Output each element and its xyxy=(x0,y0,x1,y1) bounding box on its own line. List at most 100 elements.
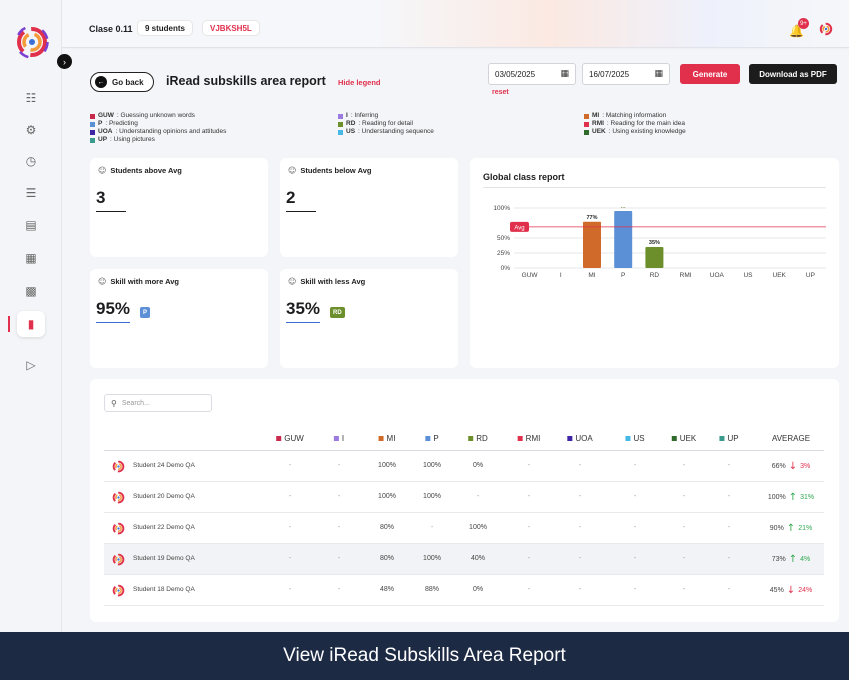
dashboard-icon[interactable]: ☷ xyxy=(21,88,41,108)
column-label: P xyxy=(433,434,439,443)
date-to-input[interactable]: 16/07/2025 ▦ xyxy=(582,63,670,85)
legend-item: RD : Reading for detail xyxy=(338,120,434,128)
chart-title: Global class report xyxy=(483,172,565,182)
app-logo-icon[interactable] xyxy=(12,22,52,62)
reset-link[interactable]: reset xyxy=(492,89,509,96)
arrow-left-icon: ← xyxy=(95,76,107,88)
table-cell: - xyxy=(337,524,341,531)
table-cell: - xyxy=(527,586,531,593)
column-header-up[interactable]: UP xyxy=(719,434,739,443)
generate-button[interactable]: Generate xyxy=(680,64,740,84)
column-label: RD xyxy=(476,434,488,443)
go-back-button[interactable]: ← Go back xyxy=(90,72,154,92)
x-tick-label: P xyxy=(621,272,625,279)
date-from-input[interactable]: 03/05/2025 ▦ xyxy=(488,63,576,85)
column-label: GUW xyxy=(284,434,304,443)
average-label: Avg xyxy=(514,225,524,231)
avatar xyxy=(112,584,125,597)
table-cell: 48% xyxy=(379,586,395,593)
student-name[interactable]: Student 24 Demo QA xyxy=(133,462,195,469)
legend-column-2: I : Inferring RD : Reading for detail US… xyxy=(338,112,434,136)
column-swatch xyxy=(425,436,431,441)
student-name[interactable]: Student 18 Demo QA xyxy=(133,586,195,593)
table-cell: 0% xyxy=(472,462,484,469)
document-icon[interactable]: ▦ xyxy=(21,248,41,268)
legend-swatch xyxy=(90,137,95,143)
legend-item: UOA : Understanding opinions and attitud… xyxy=(90,128,226,136)
hide-legend-link[interactable]: Hide legend xyxy=(338,78,381,87)
table-cell: - xyxy=(682,462,686,469)
settings-icon[interactable]: ⚙ xyxy=(21,120,41,140)
column-header-average[interactable]: AVERAGE xyxy=(772,434,810,443)
calendar-icon[interactable]: ▦ xyxy=(560,69,569,79)
table-cell: - xyxy=(288,524,292,531)
table-cell: - xyxy=(633,524,637,531)
y-tick-label: 100% xyxy=(493,205,510,212)
column-header-uoa[interactable]: UOA xyxy=(567,434,593,443)
global-class-report-card: Global class report 0% 25% 50% 100% GUW I 77% M… xyxy=(470,158,839,368)
table-row[interactable]: Student 19 Demo QA - - 80% 100% 40% - - - - - 73% ↑ 4… xyxy=(104,544,824,575)
clipboard-icon[interactable]: ▤ xyxy=(21,215,41,235)
download-pdf-button[interactable]: Download as PDF xyxy=(749,64,837,84)
average-cell: 73% ↑ 4% xyxy=(771,554,811,565)
student-name[interactable]: Student 19 Demo QA xyxy=(133,555,195,562)
column-header-p[interactable]: P xyxy=(425,434,439,443)
sidebar-toggle-button[interactable]: › xyxy=(57,54,72,69)
table-cell: 40% xyxy=(470,555,486,562)
column-label: RMI xyxy=(525,434,541,443)
clock-icon[interactable]: ◷ xyxy=(21,151,41,171)
column-header-rd[interactable]: RD xyxy=(468,434,488,443)
table-cell: - xyxy=(727,493,731,500)
column-header-guw[interactable]: GUW xyxy=(276,434,304,443)
divider xyxy=(483,187,826,188)
table-cell: 80% xyxy=(379,524,395,531)
table-row[interactable]: Student 18 Demo QA - - 48% 88% 0% - - - - - 45% ↓ 24% xyxy=(104,575,824,606)
trend-up-icon: ↑ xyxy=(788,492,798,503)
legend-item: I : Inferring xyxy=(338,112,434,120)
data-label: 35% xyxy=(649,240,660,246)
table-row[interactable]: Student 22 Demo QA - - 80% - 100% - - - - - 90% ↑ 21% xyxy=(104,513,824,544)
active-indicator xyxy=(8,316,10,332)
legend-item: RMI : Reading for the main idea xyxy=(584,120,686,128)
table-cell: 100% xyxy=(469,524,487,531)
table-cell: 100% xyxy=(378,462,396,469)
trend-up-icon: ↑ xyxy=(786,523,796,534)
table-row[interactable]: Student 20 Demo QA - - 100% 100% - - - - - - 100% ↑ 3… xyxy=(104,482,824,513)
report-icon[interactable]: ▮ xyxy=(17,311,45,337)
column-header-mi[interactable]: MI xyxy=(378,434,395,443)
legend-swatch xyxy=(584,113,589,119)
column-header-us[interactable]: US xyxy=(625,434,645,443)
calendar-icon[interactable]: ▩ xyxy=(21,281,41,301)
table-header: GUW I MI P RD RMI UOA US UEK UP AVERAGE xyxy=(104,429,824,451)
table-cell: - xyxy=(682,524,686,531)
table-cell: - xyxy=(633,462,637,469)
table-cell: - xyxy=(476,493,480,500)
data-label: ... xyxy=(621,204,626,210)
table-cell: - xyxy=(727,524,731,531)
table-cell: - xyxy=(578,462,582,469)
column-header-rmi[interactable]: RMI xyxy=(517,434,541,443)
student-name[interactable]: Student 22 Demo QA xyxy=(133,524,195,531)
trend-down-icon: ↓ xyxy=(786,585,796,596)
user-avatar[interactable] xyxy=(818,21,834,37)
table-cell: - xyxy=(682,493,686,500)
book-icon[interactable]: ☰ xyxy=(21,183,41,203)
footer-caption: View iRead Subskills Area Report xyxy=(0,632,849,680)
x-tick-label: MI xyxy=(588,272,595,279)
y-tick-label: 25% xyxy=(497,250,510,257)
legend-swatch xyxy=(90,113,95,119)
column-label: US xyxy=(633,434,645,443)
legend-item: UP : Using pictures xyxy=(90,136,226,144)
search-input[interactable]: ⚲ Search... xyxy=(104,394,212,412)
trend-up-icon: ↑ xyxy=(788,554,798,565)
column-header-uek[interactable]: UEK xyxy=(671,434,697,443)
column-header-i[interactable]: I xyxy=(333,434,344,443)
column-label: UEK xyxy=(679,434,697,443)
table-cell: - xyxy=(633,586,637,593)
play-icon[interactable]: ▷ xyxy=(21,355,41,375)
table-row[interactable]: Student 24 Demo QA - - 100% 100% 0% - - - - - 66% ↓ 3… xyxy=(104,451,824,482)
avatar xyxy=(112,522,125,535)
person-icon: ☺ xyxy=(98,166,107,175)
calendar-icon[interactable]: ▦ xyxy=(654,69,663,79)
student-name[interactable]: Student 20 Demo QA xyxy=(133,493,195,500)
